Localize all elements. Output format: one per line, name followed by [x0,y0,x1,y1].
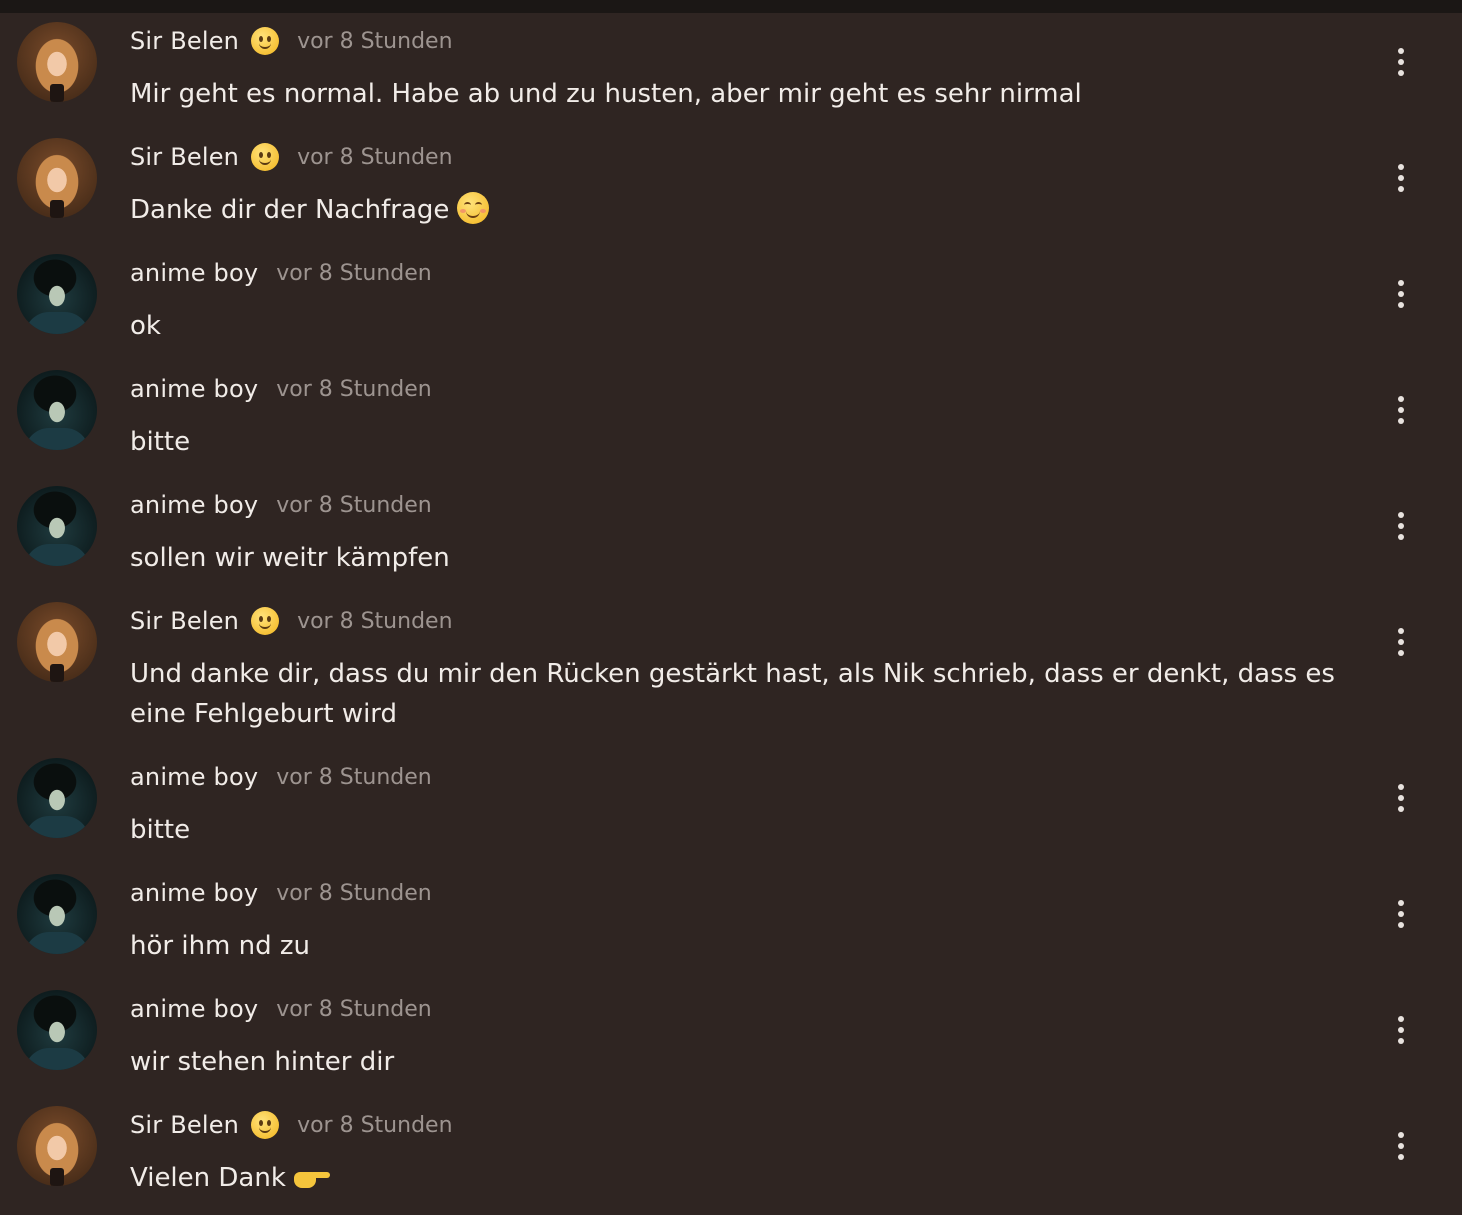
message-item: anime boy vor 8 Stunden sollen wir weitr… [0,486,1462,586]
message-text: hör ihm nd zu [130,931,311,961]
message-text: bitte [130,815,191,845]
timestamp: vor 8 Stunden [276,764,432,790]
timestamp: vor 8 Stunden [276,996,432,1022]
message-text: sollen wir weitr kämpfen [130,543,450,573]
more-options-icon[interactable] [1386,624,1416,660]
message-header: Sir Belen vor 8 Stunden [130,24,453,58]
timestamp: vor 8 Stunden [297,28,453,54]
more-options-icon[interactable] [1386,392,1416,428]
timestamp: vor 8 Stunden [276,260,432,286]
slightly-smiling-face-icon [251,27,280,55]
more-options-icon[interactable] [1386,780,1416,816]
message-item: anime boy vor 8 Stunden wir stehen hinte… [0,990,1462,1090]
slightly-smiling-face-icon [251,1111,280,1139]
top-bar [0,0,1462,13]
message-header: anime boy vor 8 Stunden [130,992,432,1026]
author-name[interactable]: anime boy [130,879,258,907]
message-item: anime boy vor 8 Stunden hör ihm nd zu [0,874,1462,974]
timestamp: vor 8 Stunden [276,880,432,906]
message-item: anime boy vor 8 Stunden bitte [0,370,1462,470]
author-name[interactable]: anime boy [130,995,258,1023]
message-text: bitte [130,427,191,457]
more-options-icon[interactable] [1386,276,1416,312]
more-options-icon[interactable] [1386,1012,1416,1048]
smiling-face-with-smiling-eyes-icon [457,192,490,224]
author-name[interactable]: anime boy [130,375,258,403]
message-header: anime boy vor 8 Stunden [130,256,432,290]
more-options-icon[interactable] [1386,508,1416,544]
timestamp: vor 8 Stunden [276,492,432,518]
backhand-index-pointing-left-icon [293,1166,330,1188]
message-header: Sir Belen vor 8 Stunden [130,604,453,638]
avatar[interactable] [17,990,97,1070]
message-header: anime boy vor 8 Stunden [130,372,432,406]
avatar[interactable] [17,370,97,450]
more-options-icon[interactable] [1386,1128,1416,1164]
timestamp: vor 8 Stunden [297,144,453,170]
author-name[interactable]: Sir Belen [130,143,239,171]
author-name[interactable]: anime boy [130,259,258,287]
author-name[interactable]: Sir Belen [130,607,239,635]
author-name[interactable]: anime boy [130,763,258,791]
avatar[interactable] [17,22,97,102]
message-header: anime boy vor 8 Stunden [130,488,432,522]
avatar[interactable] [17,758,97,838]
message-item: anime boy vor 8 Stunden ok [0,254,1462,354]
author-name[interactable]: anime boy [130,491,258,519]
message-header: Sir Belen vor 8 Stunden [130,140,453,174]
message-item: Sir Belen vor 8 Stunden Und danke dir, d… [0,602,1462,742]
author-name[interactable]: Sir Belen [130,27,239,55]
avatar[interactable] [17,138,97,218]
author-name[interactable]: Sir Belen [130,1111,239,1139]
message-text: Mir geht es normal. Habe ab und zu huste… [130,79,1082,109]
avatar[interactable] [17,874,97,954]
timestamp: vor 8 Stunden [297,608,453,634]
message-text: Und danke dir, dass du mir den Rücken ge… [130,659,1335,729]
message-item: anime boy vor 8 Stunden bitte [0,758,1462,858]
message-item: Sir Belen vor 8 Stunden Danke dir der Na… [0,138,1462,238]
message-header: anime boy vor 8 Stunden [130,760,432,794]
more-options-icon[interactable] [1386,44,1416,80]
message-header: Sir Belen vor 8 Stunden [130,1108,453,1142]
message-text: Vielen Dank [130,1158,1350,1198]
message-item: Sir Belen vor 8 Stunden Vielen Dank [0,1106,1462,1206]
slightly-smiling-face-icon [251,607,280,635]
timestamp: vor 8 Stunden [297,1112,453,1138]
avatar[interactable] [17,486,97,566]
message-text: ok [130,311,161,341]
avatar[interactable] [17,1106,97,1186]
message-text: Danke dir der Nachfrage [130,190,1350,230]
more-options-icon[interactable] [1386,160,1416,196]
message-header: anime boy vor 8 Stunden [130,876,432,910]
slightly-smiling-face-icon [251,143,280,171]
more-options-icon[interactable] [1386,896,1416,932]
message-item: Sir Belen vor 8 Stunden Mir geht es norm… [0,22,1462,122]
timestamp: vor 8 Stunden [276,376,432,402]
message-text: wir stehen hinter dir [130,1047,395,1077]
avatar[interactable] [17,602,97,682]
avatar[interactable] [17,254,97,334]
